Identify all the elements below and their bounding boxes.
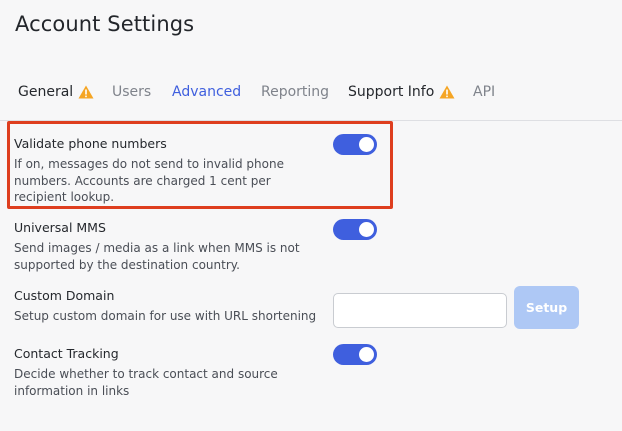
tab-support-info[interactable]: Support Info [348,84,455,100]
universal-mms-toggle[interactable] [333,219,377,240]
setting-description: Decide whether to track contact and sour… [14,366,278,399]
tab-label: Support Info [348,84,435,100]
tab-label: API [473,84,496,100]
setting-custom-domain: Custom Domain Setup custom domain for us… [14,288,316,325]
tab-general[interactable]: General [18,84,94,100]
tab-users[interactable]: Users [112,84,151,100]
description-line: supported by the destination country. [14,257,240,272]
warning-icon [439,85,455,99]
description-line: Decide whether to track contact and sour… [14,367,278,381]
description-line: Setup custom domain for use with URL sho… [14,309,317,323]
warning-icon [78,85,94,99]
setup-button[interactable]: Setup [514,286,579,329]
tab-label: Reporting [261,84,330,100]
tab-advanced[interactable]: Advanced [172,84,241,100]
setting-title: Universal MMS [14,220,106,235]
description-line: Send images / media as a link when MMS i… [14,241,300,255]
tab-label: Users [112,84,152,100]
tab-reporting[interactable]: Reporting [261,84,329,100]
setting-contact-tracking: Contact Tracking Decide whether to track… [14,346,278,399]
setting-universal-mms: Universal MMS Send images / media as a l… [14,220,300,273]
tab-label: General [18,84,74,100]
tab-bar: General Users Advanced Reporting Support… [0,0,622,121]
highlight-box [7,121,393,209]
tab-label: Advanced [172,84,242,100]
contact-tracking-toggle[interactable] [333,344,377,365]
setting-description: Setup custom domain for use with URL sho… [14,308,316,325]
toggle-knob [359,222,374,237]
setting-description: Send images / media as a link when MMS i… [14,240,300,273]
setting-title: Contact Tracking [14,346,119,361]
setting-title: Custom Domain [14,288,115,303]
tab-api[interactable]: API [473,84,495,100]
toggle-knob [359,347,374,362]
custom-domain-input[interactable] [333,293,507,328]
description-line: information in links [14,383,130,398]
